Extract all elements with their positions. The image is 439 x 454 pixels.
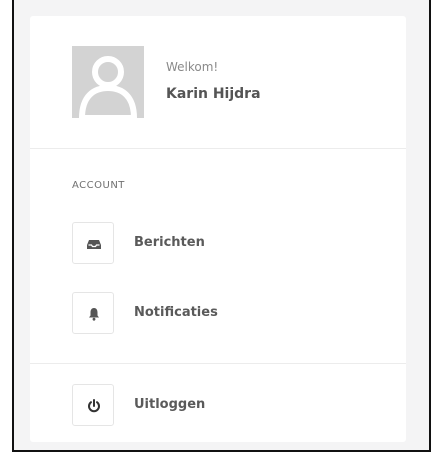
menu-item-label: Notificaties (134, 305, 218, 320)
power-icon-box (72, 384, 114, 426)
user-name: Karin Hijdra (166, 86, 261, 102)
menu-item-berichten[interactable]: Berichten (72, 222, 372, 264)
inbox-icon-box (72, 222, 114, 264)
user-menu-panel: Welkom! Karin Hijdra ACCOUNT Berichten N… (30, 16, 406, 442)
bell-icon (89, 308, 99, 321)
user-silhouette-icon (72, 46, 144, 118)
power-icon (88, 399, 100, 413)
welcome-text: Welkom! (166, 60, 219, 74)
divider (30, 363, 406, 364)
logout-label: Uitloggen (134, 397, 206, 412)
avatar (72, 46, 144, 118)
inbox-icon (87, 240, 101, 249)
bell-icon-box (72, 292, 114, 334)
logout-button[interactable]: Uitloggen (72, 384, 372, 426)
profile-header: Welkom! Karin Hijdra (30, 16, 406, 149)
menu-item-notificaties[interactable]: Notificaties (72, 292, 372, 334)
account-section-heading: ACCOUNT (72, 180, 125, 191)
menu-item-label: Berichten (134, 235, 205, 250)
outer-frame: Welkom! Karin Hijdra ACCOUNT Berichten N… (12, 0, 431, 452)
